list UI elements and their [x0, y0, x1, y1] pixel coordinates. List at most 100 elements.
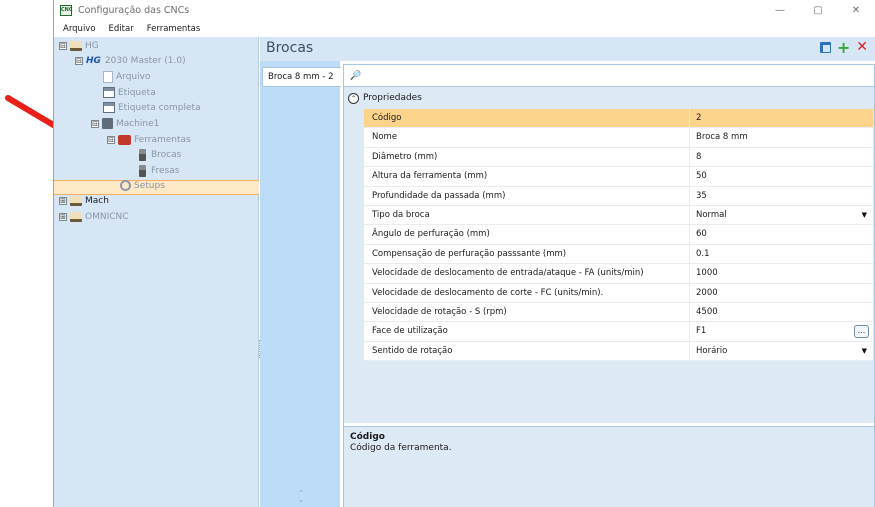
property-row-face-utilizacao[interactable]: Face de utilização F1 ... [364, 322, 873, 342]
page-title: Brocas [266, 40, 314, 56]
add-icon[interactable]: + [837, 40, 850, 56]
property-value[interactable]: 4500 [690, 303, 873, 321]
property-row-velocidade-corte[interactable]: Velocidade de deslocamento de corte - FC… [364, 283, 873, 303]
tree-node-mach[interactable]: ⊞ Mach [59, 194, 109, 207]
close-button[interactable]: ✕ [837, 0, 875, 21]
property-row-compensacao[interactable]: Compensação de perfuração passsante (mm)… [364, 244, 873, 265]
property-grid: ⌃ Propriedades Código 2 Nome Broca 8 mm … [344, 87, 874, 423]
tree-node-2030-master[interactable]: ⊟ HG 2030 Master (1.0) [75, 54, 186, 67]
property-name: Velocidade de deslocamento de corte - FC… [364, 283, 690, 302]
tree-label: Mach [85, 195, 109, 206]
copy-icon[interactable] [819, 42, 831, 53]
menu-arquivo[interactable]: Arquivo [63, 24, 96, 34]
collapse-icon[interactable]: ⊟ [91, 119, 99, 128]
tree-label: Ferramentas [134, 134, 191, 145]
category-propriedades[interactable]: ⌃ Propriedades [344, 91, 422, 105]
property-row-angulo[interactable]: Ângulo de perfuração (mm) 60 [364, 225, 873, 245]
menu-editar[interactable]: Editar [109, 24, 134, 34]
label-icon [103, 102, 115, 113]
property-row-diametro[interactable]: Diâmetro (mm) 8 [364, 147, 873, 168]
property-name: Profundidade da passada (mm) [364, 186, 690, 205]
description-text: Código da ferramenta. [350, 443, 452, 453]
property-value[interactable]: 60 [690, 225, 873, 243]
property-value[interactable]: 35 [690, 187, 873, 205]
property-dropdown[interactable]: Normal ▼ [690, 206, 873, 224]
category-label: Propriedades [363, 93, 422, 103]
section-header: Brocas + ✕ [260, 37, 875, 61]
minimize-button[interactable]: — [761, 0, 799, 21]
tree-node-brocas[interactable]: Brocas [137, 148, 181, 161]
mill-bit-icon [139, 164, 146, 177]
tree-node-hg[interactable]: ⊟ HG [59, 39, 99, 52]
item-tab-strip: Broca 8 mm - 2 ⌃ ⌄ [260, 61, 341, 507]
expand-icon[interactable]: ⊞ [59, 212, 67, 221]
property-name: Sentido de rotação [364, 341, 690, 361]
property-value[interactable]: Broca 8 mm [690, 128, 873, 146]
gear-icon [120, 180, 131, 191]
property-row-sentido-rotacao[interactable]: Sentido de rotação Horário ▼ [364, 341, 873, 362]
tree-node-setups[interactable]: Setups [120, 179, 165, 192]
property-name: Ângulo de perfuração (mm) [364, 225, 690, 244]
property-value[interactable]: 2000 [690, 284, 873, 302]
property-description: Código Código da ferramenta. [344, 426, 874, 507]
property-value[interactable]: 1000 [690, 264, 873, 282]
main-window: CNC Configuração das CNCs — ▢ ✕ Arquivo … [53, 0, 875, 507]
collapse-category-icon[interactable]: ⌃ [348, 92, 359, 104]
property-name: Altura da ferramenta (mm) [364, 167, 690, 186]
app-icon: CNC [60, 5, 73, 16]
delete-icon[interactable]: ✕ [856, 40, 868, 54]
tree-node-etiqueta[interactable]: Etiqueta [103, 86, 156, 99]
property-name: Velocidade de rotação - S (rpm) [364, 302, 690, 322]
property-panel: 🔎 ⌃ Propriedades Código 2 Nome Broca 8 m… [343, 64, 875, 507]
title-bar: CNC Configuração das CNCs — ▢ ✕ [54, 0, 875, 21]
hg-logo-icon: HG [86, 55, 101, 66]
header-actions: + ✕ [819, 40, 868, 56]
tree-label: Arquivo [116, 71, 151, 82]
property-value[interactable]: 2 [690, 109, 873, 127]
search-icon: 🔎 [350, 70, 362, 81]
dropdown-arrow-icon[interactable]: ▼ [862, 206, 867, 225]
maximize-button[interactable]: ▢ [799, 0, 837, 21]
property-value[interactable]: 50 [690, 167, 873, 185]
property-row-codigo[interactable]: Código 2 [364, 109, 873, 129]
tree-node-ferramentas[interactable]: ⊟ Ferramentas [107, 133, 191, 146]
collapse-icon[interactable]: ⊟ [59, 41, 67, 50]
property-value-with-button[interactable]: F1 ... [690, 322, 873, 340]
property-search[interactable]: 🔎 [344, 65, 874, 87]
menu-ferramentas[interactable]: Ferramentas [147, 24, 201, 34]
property-row-tipo-broca[interactable]: Tipo da broca Normal ▼ [364, 205, 873, 226]
house-icon [70, 211, 82, 222]
property-name: Nome [364, 128, 690, 147]
property-value[interactable]: 0.1 [690, 245, 873, 263]
tree-node-arquivo[interactable]: Arquivo [103, 70, 150, 83]
tree-node-machine1[interactable]: ⊟ Machine1 [91, 117, 159, 130]
property-row-altura[interactable]: Altura da ferramenta (mm) 50 [364, 167, 873, 187]
property-value[interactable]: 8 [690, 148, 873, 166]
expand-icon[interactable]: ⊞ [59, 196, 67, 205]
tree-node-omnicnc[interactable]: ⊞ OMNICNC [59, 210, 129, 223]
tree-node-etiqueta-completa[interactable]: Etiqueta completa [103, 101, 201, 114]
property-row-nome[interactable]: Nome Broca 8 mm [364, 128, 873, 148]
property-dropdown[interactable]: Horário ▼ [690, 342, 873, 360]
dropdown-arrow-icon[interactable]: ▼ [862, 342, 867, 361]
collapse-icon[interactable]: ⊟ [107, 135, 115, 144]
property-name: Tipo da broca [364, 205, 690, 225]
cnc-tree: ⊟ HG ⊟ HG 2030 Master (1.0) Arquivo Etiq… [54, 37, 259, 507]
property-rows: Código 2 Nome Broca 8 mm Diâmetro (mm) 8… [364, 109, 873, 362]
property-name: Código [364, 109, 690, 128]
property-row-velocidade-entrada[interactable]: Velocidade de deslocamento de entrada/at… [364, 264, 873, 284]
property-name: Diâmetro (mm) [364, 147, 690, 167]
property-value: Normal [696, 209, 727, 220]
tree-label: Etiqueta completa [118, 102, 201, 113]
tab-broca-8mm[interactable]: Broca 8 mm - 2 [262, 67, 341, 87]
tree-label: OMNICNC [85, 211, 129, 222]
tree-node-fresas[interactable]: Fresas [137, 164, 179, 177]
ellipsis-button[interactable]: ... [854, 325, 869, 339]
collapse-icon[interactable]: ⊟ [75, 56, 83, 65]
document-icon [103, 70, 113, 83]
tab-scroll-arrows[interactable]: ⌃ ⌄ [298, 490, 304, 504]
property-row-profundidade[interactable]: Profundidade da passada (mm) 35 [364, 186, 873, 206]
property-value: F1 [696, 326, 707, 337]
property-row-velocidade-rotacao[interactable]: Velocidade de rotação - S (rpm) 4500 [364, 302, 873, 323]
description-title: Código [350, 432, 385, 442]
